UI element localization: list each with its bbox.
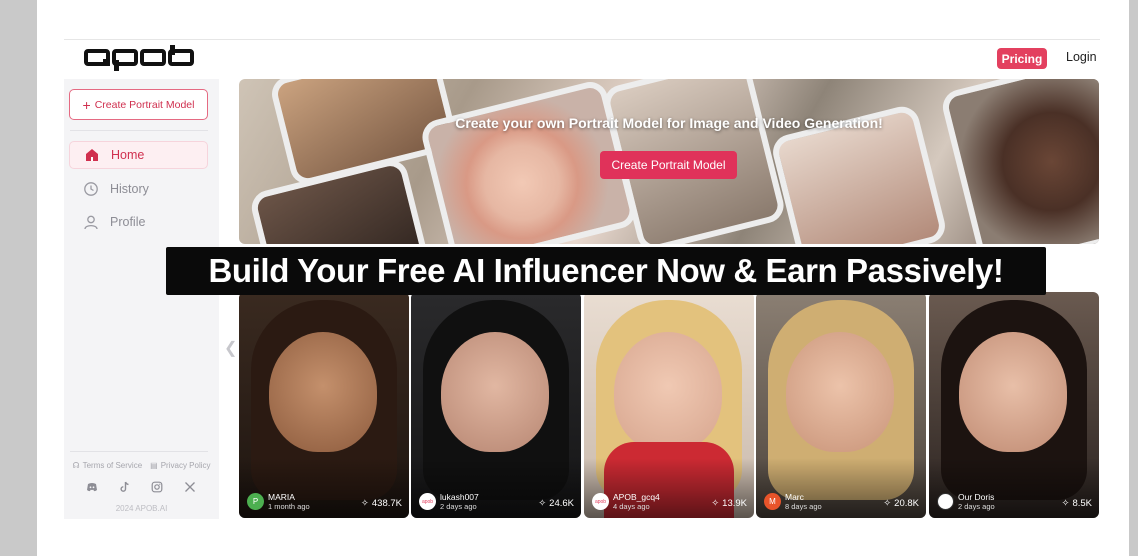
create-portrait-model-button[interactable]: + Create Portrait Model bbox=[69, 89, 208, 120]
sparkle-icon: ✧ bbox=[1061, 498, 1070, 509]
sidebar-item-label: Home bbox=[111, 148, 145, 162]
sidebar-item-home[interactable]: Home bbox=[69, 141, 208, 169]
portrait-face bbox=[614, 332, 722, 452]
usage-count: ✧ 438.7K bbox=[361, 498, 402, 509]
portrait-face bbox=[269, 332, 377, 452]
author-name: MARIA bbox=[268, 492, 295, 502]
card-author: P MARIA 1 month ago bbox=[247, 492, 310, 511]
usage-count: ✧ 8.5K bbox=[1061, 498, 1092, 509]
author-time: 2 days ago bbox=[440, 502, 477, 511]
instagram-icon[interactable] bbox=[151, 481, 163, 493]
sidebar-item-label: History bbox=[110, 182, 149, 196]
avatar[interactable] bbox=[937, 493, 954, 510]
usage-count: ✧ 20.8K bbox=[883, 498, 919, 509]
usage-count-value: 13.9K bbox=[722, 498, 747, 509]
usage-count-value: 8.5K bbox=[1072, 498, 1092, 509]
home-icon bbox=[86, 149, 98, 161]
terms-label: Terms of Service bbox=[82, 461, 143, 470]
promo-banner: Build Your Free AI Influencer Now & Earn… bbox=[166, 247, 1046, 295]
author-time: 8 days ago bbox=[785, 502, 822, 511]
sidebar-item-label: Profile bbox=[110, 215, 146, 229]
sidebar-item-history[interactable]: History bbox=[69, 175, 208, 203]
login-link[interactable]: Login bbox=[1066, 50, 1097, 64]
apob-logo[interactable] bbox=[84, 45, 194, 71]
avatar[interactable]: P bbox=[247, 493, 264, 510]
usage-count: ✧ 13.9K bbox=[711, 498, 747, 509]
card-author: M Marc 8 days ago bbox=[764, 492, 822, 511]
create-portrait-model-label: Create Portrait Model bbox=[94, 98, 195, 111]
portrait-card[interactable]: apob lukash007 2 days ago ✧ 24.6K bbox=[411, 292, 581, 518]
sidebar: + Create Portrait Model Home History Pro… bbox=[64, 79, 219, 519]
hero-create-portrait-model-button[interactable]: Create Portrait Model bbox=[600, 151, 737, 179]
terms-link[interactable]: ☊ Terms of Service bbox=[72, 461, 142, 470]
author-name: APOB_gcq4 bbox=[613, 492, 660, 502]
sparkle-icon: ✧ bbox=[883, 498, 892, 509]
usage-count-value: 24.6K bbox=[549, 498, 574, 509]
hero-title: Create your own Portrait Model for Image… bbox=[455, 115, 883, 131]
user-icon bbox=[84, 215, 98, 230]
author-time: 4 days ago bbox=[613, 502, 650, 511]
hero-banner: Create your own Portrait Model for Image… bbox=[239, 79, 1099, 244]
portrait-face bbox=[959, 332, 1067, 452]
usage-count-value: 20.8K bbox=[894, 498, 919, 509]
card-author: Our Doris 2 days ago bbox=[937, 492, 995, 511]
copyright-text: 2024 APOB.AI bbox=[115, 504, 168, 513]
usage-count: ✧ 24.6K bbox=[538, 498, 574, 509]
clock-icon bbox=[84, 182, 98, 196]
header-divider bbox=[64, 39, 1100, 40]
portrait-face bbox=[441, 332, 549, 452]
sparkle-icon: ✧ bbox=[538, 498, 547, 509]
sidebar-footer-divider bbox=[70, 451, 208, 452]
discord-icon[interactable] bbox=[86, 481, 98, 493]
legal-links: ☊ Terms of Service ▤ Privacy Policy bbox=[64, 461, 219, 470]
author-name: Marc bbox=[785, 492, 804, 502]
document-icon: ▤ bbox=[150, 461, 158, 470]
card-author: apob lukash007 2 days ago bbox=[419, 492, 479, 511]
privacy-label: Privacy Policy bbox=[160, 461, 211, 470]
avatar[interactable]: apob bbox=[419, 493, 436, 510]
portrait-face bbox=[786, 332, 894, 452]
chevron-left-icon[interactable]: ❮ bbox=[224, 338, 237, 358]
avatar[interactable]: apob bbox=[592, 493, 609, 510]
author-name: lukash007 bbox=[440, 492, 479, 502]
sparkle-icon: ✧ bbox=[360, 498, 369, 509]
x-icon[interactable] bbox=[184, 481, 196, 493]
portrait-card[interactable]: Our Doris 2 days ago ✧ 8.5K bbox=[929, 292, 1099, 518]
headset-icon: ☊ bbox=[72, 461, 80, 470]
privacy-link[interactable]: ▤ Privacy Policy bbox=[150, 461, 210, 470]
author-time: 2 days ago bbox=[958, 502, 995, 511]
card-author: apob APOB_gcq4 4 days ago bbox=[592, 492, 660, 511]
hero-portrait-image bbox=[939, 79, 1099, 244]
portrait-card[interactable]: apob APOB_gcq4 4 days ago ✧ 13.9K bbox=[584, 292, 754, 518]
avatar[interactable]: M bbox=[764, 493, 781, 510]
sparkle-icon: ✧ bbox=[711, 498, 720, 509]
author-time: 1 month ago bbox=[268, 502, 310, 511]
tiktok-icon[interactable] bbox=[119, 481, 131, 493]
pricing-button[interactable]: Pricing bbox=[997, 48, 1047, 69]
plus-icon: + bbox=[82, 96, 91, 113]
portrait-model-gallery: P MARIA 1 month ago ✧ 438.7K apob lukash00… bbox=[239, 292, 1099, 518]
sidebar-item-profile[interactable]: Profile bbox=[69, 208, 208, 236]
social-links bbox=[86, 481, 196, 493]
sidebar-divider bbox=[70, 130, 208, 131]
portrait-card[interactable]: M Marc 8 days ago ✧ 20.8K bbox=[756, 292, 926, 518]
portrait-card[interactable]: P MARIA 1 month ago ✧ 438.7K bbox=[239, 292, 409, 518]
usage-count-value: 438.7K bbox=[371, 498, 402, 509]
author-name: Our Doris bbox=[958, 492, 995, 502]
